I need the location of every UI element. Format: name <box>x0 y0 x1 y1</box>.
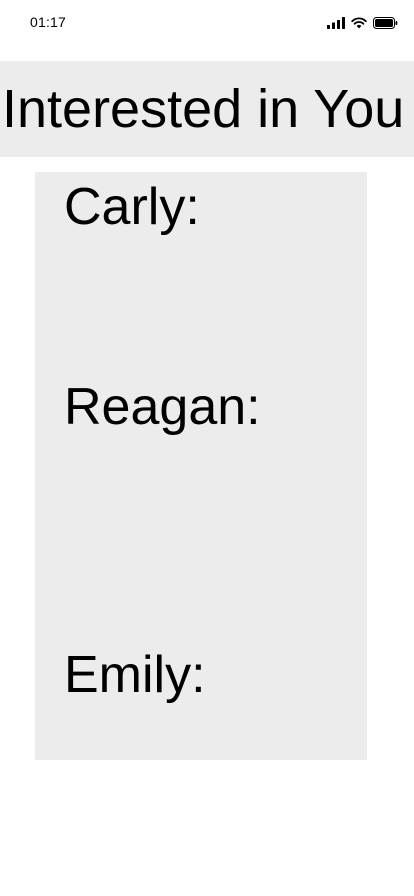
status-time: 01:17 <box>30 14 67 30</box>
page-title: Interested in You <box>2 79 405 139</box>
cellular-signal-icon <box>327 16 345 34</box>
battery-icon <box>373 16 398 34</box>
wifi-icon <box>351 16 367 34</box>
status-icons <box>327 16 398 34</box>
list-item-carly[interactable]: Carly: <box>64 178 200 236</box>
list-item-emily[interactable]: Emily: <box>64 646 206 704</box>
interested-list-panel: Carly: Reagan: Emily: <box>35 172 367 760</box>
header-bar: Interested in You <box>0 61 414 157</box>
status-bar: 01:17 <box>0 0 414 44</box>
list-item-reagan[interactable]: Reagan: <box>64 378 261 436</box>
